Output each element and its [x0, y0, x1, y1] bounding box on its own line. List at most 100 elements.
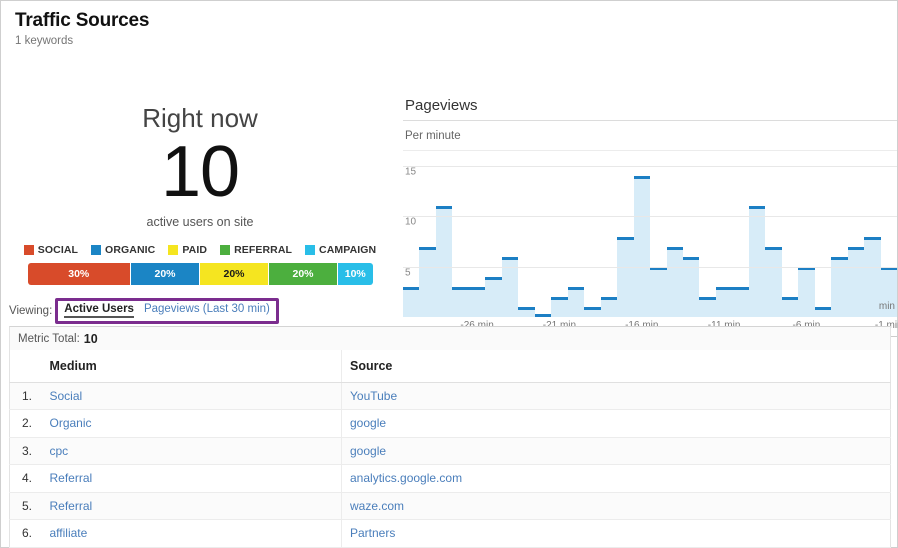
row-medium-link[interactable]: Referral: [42, 492, 342, 520]
row-source-link[interactable]: YouTube: [341, 382, 891, 410]
legend-swatch-icon: [305, 245, 316, 255]
page-header: Traffic Sources 1 keywords: [1, 1, 897, 48]
chart-subtitle-bar: Per minute: [403, 120, 897, 151]
chart-bar[interactable]: [501, 151, 519, 317]
chart-bar[interactable]: [617, 151, 634, 317]
chart-bar[interactable]: [633, 151, 651, 317]
legend-label: ORGANIC: [105, 244, 156, 256]
chart-bar[interactable]: [435, 151, 453, 317]
active-users-caption: active users on site: [146, 215, 254, 229]
chart-y-tick: 15: [405, 166, 417, 178]
metric-total-value: 10: [83, 331, 98, 346]
chart-bar[interactable]: [880, 151, 898, 317]
chart-bar[interactable]: [864, 151, 881, 317]
legend-label: SOCIAL: [37, 244, 79, 256]
top-region: Right now 10 active users on site SOCIAL…: [1, 48, 898, 337]
row-index: 2.: [22, 416, 33, 431]
row-index: 6.: [22, 526, 33, 541]
metric-total-row: Metric Total: 10: [9, 326, 891, 350]
pct-segment-campaign: 10%: [338, 263, 373, 285]
chart-gridline: [403, 216, 897, 218]
row-medium-link[interactable]: Organic: [42, 410, 342, 438]
legend-item-social: SOCIAL: [23, 244, 79, 256]
table-row: 1. Social YouTube: [9, 382, 891, 410]
chart-bar[interactable]: [748, 151, 766, 317]
row-medium-link[interactable]: affiliate: [42, 520, 342, 548]
row-index: 1.: [22, 388, 33, 403]
chart-bar[interactable]: [567, 151, 585, 317]
chart-bar[interactable]: [798, 151, 815, 317]
pct-segment-organic: 20%: [131, 263, 200, 285]
tab-pageviews[interactable]: Pageviews (Last 30 min): [144, 303, 270, 315]
active-users-count: 10: [160, 132, 240, 212]
chart-subtitle: Per minute: [405, 130, 461, 142]
page-title: Traffic Sources: [15, 10, 150, 31]
row-source-link[interactable]: analytics.google.com: [341, 464, 891, 492]
pct-segment-referral: 20%: [269, 263, 338, 285]
chart-bar[interactable]: [831, 151, 848, 317]
chart-bar[interactable]: [715, 151, 733, 317]
table-header-index: [9, 350, 42, 383]
legend-label: CAMPAIGN: [319, 244, 377, 256]
chart-bar[interactable]: [485, 151, 502, 317]
viewing-row: Viewing: Active Users Pageviews (Last 30…: [1, 298, 898, 324]
chart-gridline: [403, 166, 897, 168]
chart-bar[interactable]: [600, 151, 618, 317]
legend-item-organic: ORGANIC: [91, 244, 155, 256]
table-row: 5. Referral waze.com: [9, 492, 891, 520]
chart-bar[interactable]: [682, 151, 700, 317]
tab-active-users[interactable]: Active Users: [64, 303, 134, 318]
table-head: Medium Source: [9, 350, 891, 383]
row-source-link[interactable]: waze.com: [341, 492, 891, 520]
chart-plot-area: 5 10 15: [403, 151, 898, 317]
legend-item-campaign: CAMPAIGN: [305, 244, 376, 256]
legend-item-paid: PAID: [168, 244, 207, 256]
chart-bars: [403, 151, 898, 317]
right-now-panel: Right now 10 active users on site SOCIAL…: [1, 94, 399, 298]
traffic-legend: SOCIAL ORGANIC PAID REFERRAL CAMPAIGN: [1, 244, 399, 256]
table-row: 6. affiliate Partners: [9, 519, 891, 548]
chart-bar[interactable]: [699, 151, 716, 317]
traffic-sources-table: Medium Source 1. Social YouTube 2. Organic go…: [9, 350, 891, 548]
chart-y-tick: 10: [405, 216, 417, 228]
chart-bar[interactable]: [765, 151, 782, 317]
legend-label: PAID: [182, 244, 208, 256]
chart-bar[interactable]: [534, 151, 552, 317]
legend-swatch-icon: [91, 245, 102, 255]
chart-bar[interactable]: [452, 151, 469, 317]
row-index: 5.: [22, 498, 33, 513]
table-row: 3. cpc google: [9, 437, 891, 465]
chart-bar[interactable]: [666, 151, 683, 317]
chart-bar[interactable]: [419, 151, 436, 317]
legend-swatch-icon: [168, 245, 179, 255]
table-body: 1. Social YouTube 2. Organic google 3. cpc googl…: [9, 382, 891, 548]
chart-bar[interactable]: [781, 151, 799, 317]
chart-bar[interactable]: [732, 151, 749, 317]
pct-segment-paid: 20%: [200, 263, 269, 285]
traffic-percentage-bar: 30% 20% 20% 20% 10%: [27, 263, 373, 285]
right-now-heading: Right now: [142, 103, 258, 133]
row-index: 4.: [22, 471, 33, 486]
chart-gridline: [403, 266, 897, 268]
pct-segment-social: 30%: [27, 263, 131, 285]
row-medium-link[interactable]: Referral: [42, 465, 342, 493]
row-source-link[interactable]: Partners: [341, 519, 891, 547]
row-medium-link[interactable]: Social: [42, 382, 342, 410]
chart-bar[interactable]: [814, 151, 832, 317]
row-medium-link[interactable]: cpc: [42, 437, 342, 465]
table-row: 4. Referral analytics.google.com: [9, 464, 891, 493]
chart-bar-fill: [633, 176, 651, 317]
chart-bar[interactable]: [847, 151, 865, 317]
chart-bar[interactable]: [468, 151, 486, 317]
row-source-link[interactable]: google: [341, 437, 891, 465]
row-source-link[interactable]: google: [341, 409, 891, 437]
chart-bar[interactable]: [650, 151, 667, 317]
chart-bar[interactable]: [518, 151, 535, 317]
legend-swatch-icon: [220, 245, 231, 255]
metric-tab-group: Active Users Pageviews (Last 30 min): [55, 298, 279, 324]
chart-bar[interactable]: [551, 151, 568, 317]
chart-bar[interactable]: [584, 151, 601, 317]
table-row: 2. Organic google: [9, 409, 891, 438]
page-subtitle: 1 keywords: [15, 35, 74, 47]
table-header-medium: Medium: [41, 350, 342, 383]
